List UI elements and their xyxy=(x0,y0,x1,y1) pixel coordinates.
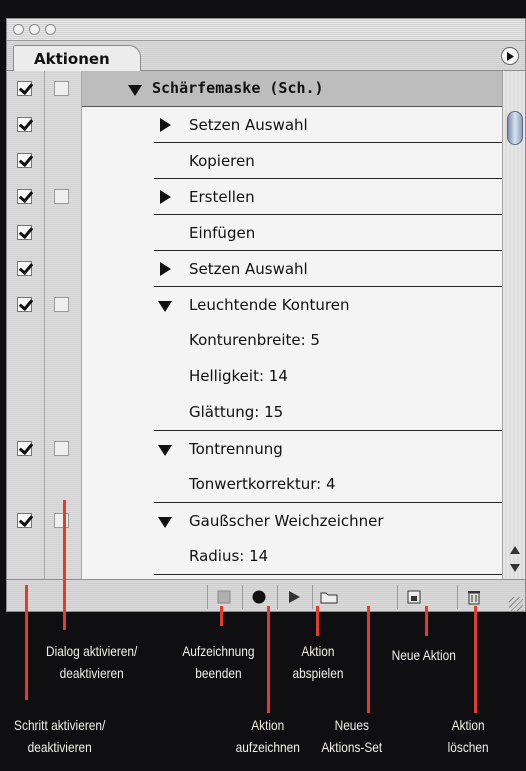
record-button[interactable] xyxy=(242,585,275,609)
expand-triangle-icon[interactable] xyxy=(160,118,171,132)
action-param-row[interactable]: Helligkeit: 14 xyxy=(82,359,502,395)
resize-grip[interactable] xyxy=(509,597,523,611)
stop-recording-button[interactable] xyxy=(207,585,240,609)
action-label: Einfügen xyxy=(189,224,256,242)
callout-record-action: Aktion aufzeichnen xyxy=(235,717,300,755)
scroll-up-button[interactable] xyxy=(503,541,525,559)
new-action-callout-line xyxy=(425,606,428,636)
action-step-row[interactable]: Setzen Auswahl xyxy=(82,107,502,143)
scrollbar-thumb[interactable] xyxy=(507,111,523,145)
callout-delete-action: Aktion löschen xyxy=(447,717,489,755)
action-step-row[interactable]: Setzen Auswahl xyxy=(82,251,502,287)
callout-dialog-toggle: Dialog aktivieren/deaktivieren xyxy=(46,643,138,681)
record-callout-line xyxy=(267,606,270,713)
arrow-up-icon xyxy=(510,546,520,554)
new-page-icon xyxy=(407,590,421,604)
dialog-toggle-box[interactable] xyxy=(54,441,69,456)
stop-recording-callout-line xyxy=(220,606,223,626)
step-toggle-checkbox[interactable] xyxy=(17,297,32,312)
play-button[interactable] xyxy=(277,585,310,609)
step-toggle-checkbox[interactable] xyxy=(17,261,32,276)
delete-callout-line xyxy=(474,606,477,713)
play-icon xyxy=(289,591,300,603)
action-label: Glättung: 15 xyxy=(189,403,284,421)
action-step-row[interactable]: Kopieren xyxy=(82,143,502,179)
palette-toolbar xyxy=(7,579,525,611)
step-toggle-checkbox[interactable] xyxy=(17,81,32,96)
action-param-row[interactable]: Tonwertkorrektur: 4 xyxy=(82,467,502,503)
play-callout-line xyxy=(316,606,319,636)
step-toggle-column xyxy=(7,71,45,600)
action-step-row[interactable]: Gaußscher Weichzeichner xyxy=(82,503,502,539)
action-label: Tonwertkorrektur: 4 xyxy=(189,475,336,493)
trash-icon xyxy=(468,591,480,605)
actions-list: Schärfemaske (Sch.) Setzen Auswahl Kopiere… xyxy=(82,71,502,579)
collapse-triangle-icon[interactable] xyxy=(158,445,172,456)
record-icon xyxy=(252,590,266,604)
new-set-callout-line xyxy=(367,606,370,713)
collapse-triangle-icon[interactable] xyxy=(158,301,172,312)
close-window-button[interactable] xyxy=(13,24,24,35)
callout-step-toggle: Schritt aktivieren/deaktivieren xyxy=(14,717,106,755)
dialog-toggle-box[interactable] xyxy=(54,297,69,312)
palette-tabbar: Aktionen xyxy=(7,41,525,72)
callout-new-action: Neue Aktion xyxy=(391,647,456,663)
action-label: Kopieren xyxy=(189,152,255,170)
callout-new-set: Neues Aktions-Set xyxy=(321,717,383,755)
action-param-row[interactable]: Radius: 14 xyxy=(82,539,502,575)
action-label: Gaußscher Weichzeichner xyxy=(189,512,384,530)
dialog-toggle-box[interactable] xyxy=(54,513,69,528)
expand-triangle-icon[interactable] xyxy=(160,190,171,204)
step-toggle-checkbox[interactable] xyxy=(17,513,32,528)
callout-play-action: Aktion abspielen xyxy=(292,643,344,681)
action-label: Schärfemaske (Sch.) xyxy=(152,79,324,97)
zoom-window-button[interactable] xyxy=(45,24,56,35)
dialog-toggle-box[interactable] xyxy=(54,189,69,204)
action-param-row[interactable]: Konturenbreite: 5 xyxy=(82,323,502,359)
arrow-down-icon xyxy=(510,564,520,572)
step-toggle-checkbox[interactable] xyxy=(17,189,32,204)
step-toggle-checkbox[interactable] xyxy=(17,441,32,456)
action-label: Setzen Auswahl xyxy=(189,116,308,134)
callout-stop-recording: Aufzeichnung beenden xyxy=(182,643,255,681)
action-step-row[interactable]: Tontrennung xyxy=(82,431,502,467)
tab-aktionen[interactable]: Aktionen xyxy=(13,45,141,72)
collapse-triangle-icon[interactable] xyxy=(158,517,172,528)
stop-icon xyxy=(217,590,231,604)
action-param-row[interactable]: Glättung: 15 xyxy=(82,395,502,431)
step-toggle-checkbox[interactable] xyxy=(17,117,32,132)
action-step-row[interactable]: Erstellen xyxy=(82,179,502,215)
action-label: Helligkeit: 14 xyxy=(189,367,288,385)
dialog-toggle-callout-line xyxy=(63,500,66,630)
scroll-down-button[interactable] xyxy=(503,559,525,577)
collapse-triangle-icon[interactable] xyxy=(128,85,142,96)
action-label: Tontrennung xyxy=(189,440,283,458)
minimize-window-button[interactable] xyxy=(29,24,40,35)
action-label: Leuchtende Konturen xyxy=(189,296,350,314)
dialog-toggle-box[interactable] xyxy=(54,81,69,96)
folder-icon xyxy=(320,592,338,604)
palette-menu-button[interactable] xyxy=(501,47,519,65)
play-arrow-icon xyxy=(507,51,514,61)
action-label: Konturenbreite: 5 xyxy=(189,331,320,349)
action-label: Radius: 14 xyxy=(189,547,269,565)
action-step-row[interactable]: Einfügen xyxy=(82,215,502,251)
action-set-row[interactable]: Schärfemaske (Sch.) xyxy=(82,71,502,107)
expand-triangle-icon[interactable] xyxy=(160,262,171,276)
vertical-scrollbar[interactable] xyxy=(502,71,525,579)
step-toggle-checkbox[interactable] xyxy=(17,225,32,240)
step-toggle-callout-line xyxy=(25,585,28,700)
step-toggle-checkbox[interactable] xyxy=(17,153,32,168)
action-label: Erstellen xyxy=(189,188,255,206)
actions-palette: Aktionen Schärfemaske (Sch.) Setzen Auswa… xyxy=(6,18,526,612)
palette-titlebar[interactable] xyxy=(7,19,525,41)
action-step-row[interactable]: Leuchtende Konturen xyxy=(82,287,502,323)
action-label: Setzen Auswahl xyxy=(189,260,308,278)
